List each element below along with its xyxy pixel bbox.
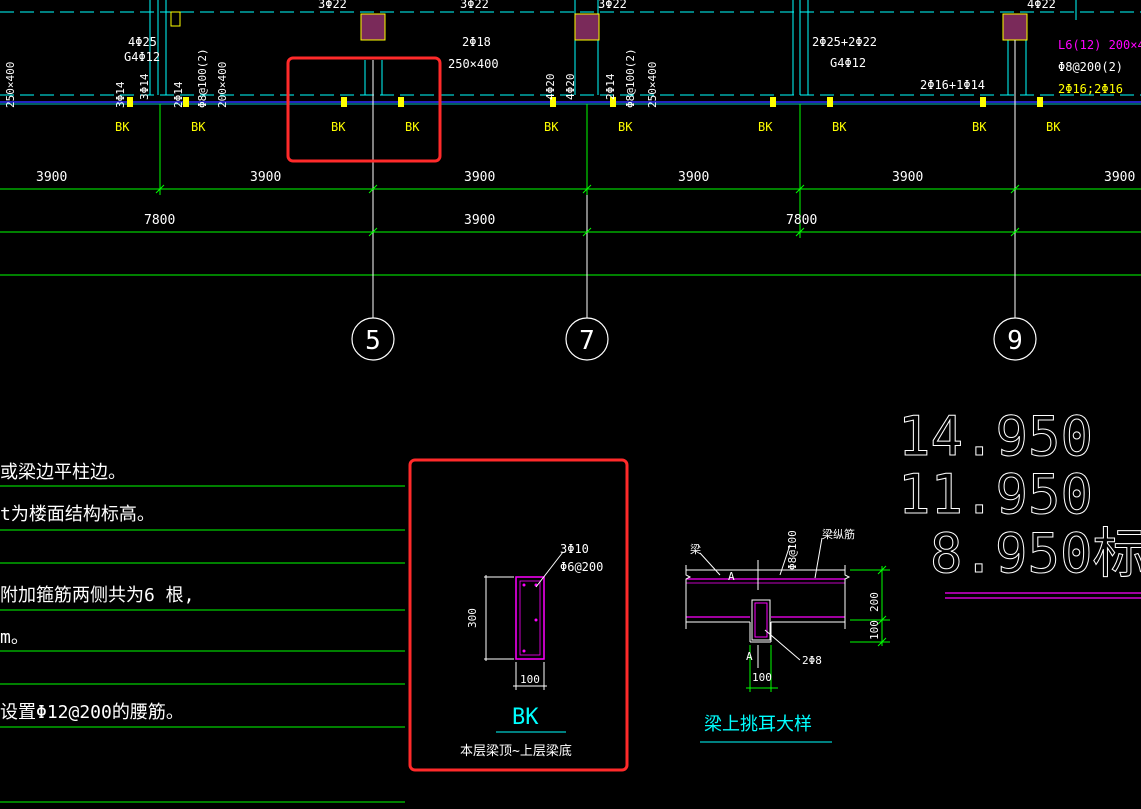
- ear-label: 2Φ8: [802, 654, 822, 667]
- column: [574, 13, 600, 41]
- bk-rebar-text: 3Φ10: [560, 542, 589, 556]
- column: [1002, 13, 1028, 41]
- beam-label: G4Φ12: [124, 50, 160, 64]
- axis-label: 7: [579, 326, 595, 356]
- leader: [535, 551, 564, 588]
- beam-label: 3Φ14: [114, 81, 127, 108]
- column: [170, 11, 181, 27]
- dim-text: 7800: [144, 213, 175, 228]
- bk-label: BK: [405, 120, 420, 134]
- beam-label: 2Φ14: [172, 81, 185, 108]
- ear-dim: 100: [752, 671, 772, 684]
- dim-text: 3900: [678, 170, 709, 185]
- beam-label: 2Φ14: [604, 73, 617, 100]
- beam-label: Φ8@200(2): [1058, 60, 1123, 74]
- bk-label: BK: [618, 120, 633, 134]
- bk-label: BK: [832, 120, 847, 134]
- note-text: 设置Φ12@200的腰筋。: [0, 702, 184, 723]
- beam-label: 4Φ20: [564, 74, 577, 101]
- bk-label: BK: [191, 120, 206, 134]
- beam-label: G4Φ12: [830, 56, 866, 70]
- beam-label: 4Φ22: [1027, 0, 1056, 11]
- axis-label: 5: [365, 326, 381, 356]
- beam-label: 4Φ20: [544, 74, 557, 101]
- bk-dim: 300: [466, 608, 479, 628]
- bk-label: BK: [331, 120, 346, 134]
- dim-text: 3900: [464, 213, 495, 228]
- ear-label: 梁: [690, 542, 701, 556]
- beam-label: 4Φ25: [128, 35, 157, 49]
- beam-label: 3Φ22: [460, 0, 489, 11]
- bk-label: BK: [115, 120, 130, 134]
- bk-label: BK: [544, 120, 559, 134]
- ear-label: Φ8@100: [786, 530, 799, 570]
- beam-label: Φ8@100(2): [624, 48, 637, 108]
- cad-drawing: BK BK BK BK BK BK BK BK BK BK 3Φ22 3Φ22 …: [0, 0, 1141, 803]
- note-text: 或梁边平柱边。: [0, 462, 126, 483]
- bk-rebar-text: Φ6@200: [560, 560, 603, 574]
- highlight-box: [286, 56, 442, 163]
- axis-bubbles: 5 7 9: [351, 317, 1037, 361]
- beam-label: 250×400: [448, 57, 499, 71]
- column: [360, 13, 386, 41]
- bk-label: BK: [972, 120, 987, 134]
- beam-label: 3Φ22: [318, 0, 347, 11]
- ear-detail: 梁 A A Φ8@100 梁纵筋 200 100 100 2Φ8 梁上挑耳大样: [685, 527, 890, 743]
- beam-label: 2Φ16;2Φ16: [1058, 82, 1123, 96]
- elevation-text: 8.950标高梁: [930, 522, 1141, 585]
- notes: 或梁边平柱边。 t为楼面结构标高。 附加箍筋两侧共为6 根, m。 设置Φ12@…: [0, 462, 405, 803]
- elevation-text: 14.950: [898, 405, 1093, 468]
- note-text: t为楼面结构标高。: [0, 504, 155, 525]
- ear-title: 梁上挑耳大样: [704, 714, 812, 735]
- dim-text: 3900: [36, 170, 67, 185]
- dim-text: 3900: [892, 170, 923, 185]
- ear-dim: 200: [868, 592, 881, 612]
- dim-text: 3900: [1104, 170, 1135, 185]
- axis-label: 9: [1007, 326, 1023, 356]
- bk-detail: 3Φ10 Φ6@200 300 100 BK 本层梁顶~上层梁底: [460, 542, 603, 759]
- ear-label: A: [746, 650, 753, 663]
- beam-label: 3Φ14: [138, 73, 151, 100]
- bk-labels: BK BK BK BK BK BK BK BK BK BK: [115, 120, 1061, 134]
- beam-label: 2Φ16+1Φ14: [920, 78, 985, 92]
- beam-label: 200×400: [216, 62, 229, 108]
- beam-label: 250×400: [4, 62, 17, 108]
- bk-title: BK: [512, 705, 539, 730]
- elevations: 14.950 11.950 8.950标高梁: [898, 405, 1141, 586]
- beam-label: 2Φ18: [462, 35, 491, 49]
- bk-dim: 100: [520, 673, 540, 686]
- elevation-text: 11.950: [898, 463, 1093, 526]
- bk-stirrup: [519, 580, 541, 656]
- dim-text: 3900: [250, 170, 281, 185]
- bk-label: BK: [758, 120, 773, 134]
- beam-label: L6(12) 200×400: [1058, 38, 1141, 52]
- beam-label: 2Φ25+2Φ22: [812, 35, 877, 49]
- ear-label: A: [728, 570, 735, 583]
- note-text: 附加箍筋两侧共为6 根,: [0, 585, 195, 606]
- beam-annotations-colored: L6(12) 200×400 Φ8@200(2) 2Φ16;2Φ16: [1058, 38, 1141, 96]
- columns: [170, 11, 1028, 41]
- bk-label: BK: [1046, 120, 1061, 134]
- beam-label: Φ8@100(2): [196, 48, 209, 108]
- beam-plan: BK BK BK BK BK BK BK BK BK BK 3Φ22 3Φ22 …: [0, 0, 1141, 134]
- ear-dim: 100: [868, 620, 881, 640]
- beam-label: 250×400: [646, 62, 659, 108]
- note-text: m。: [0, 627, 29, 648]
- dim-text: 7800: [786, 213, 817, 228]
- bk-caption: 本层梁顶~上层梁底: [460, 743, 572, 759]
- ear-label: 梁纵筋: [822, 527, 855, 541]
- beam-label: 3Φ22: [598, 0, 627, 11]
- dim-text: 3900: [464, 170, 495, 185]
